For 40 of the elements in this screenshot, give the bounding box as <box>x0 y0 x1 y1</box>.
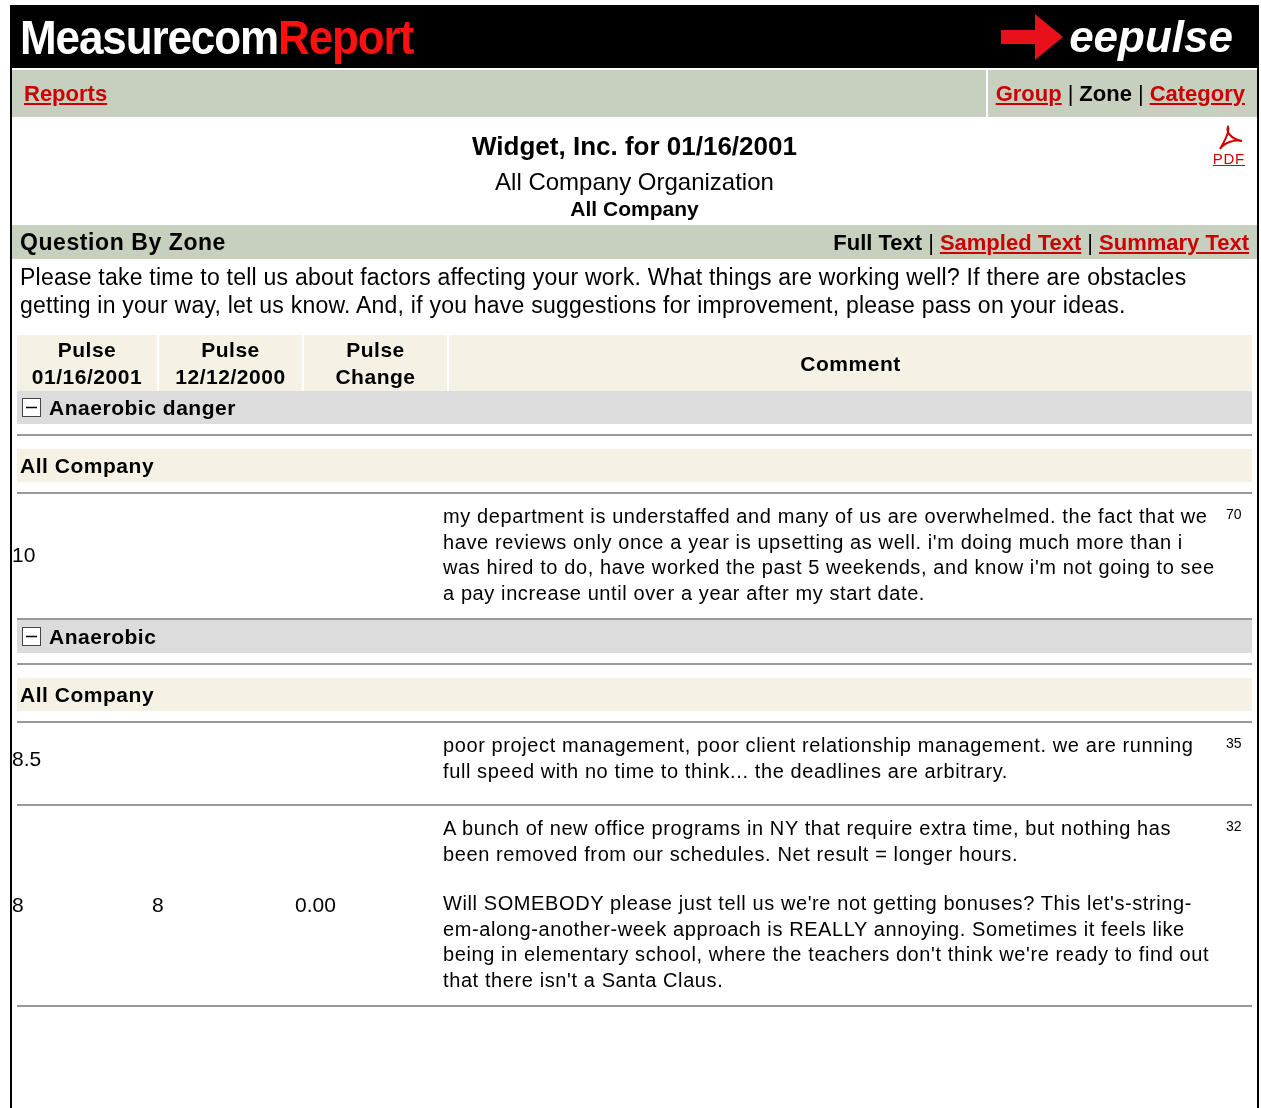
count-text: 35 <box>1226 734 1243 753</box>
subgroup-label: All Company <box>20 452 155 479</box>
pulse-cell-text: 10 <box>12 542 36 569</box>
collapse-icon[interactable] <box>22 627 41 646</box>
separator-text: | <box>1066 80 1075 108</box>
separator-text: | <box>1086 228 1094 257</box>
comment-text: Will SOMEBODY please just tell us we're not getting bonuses? This let's-string-em-along-another-week approach is REALLY annoying. Sometimes it feels like being in elementary school, where the teachers don't think we're ready to find out that there isn't a Santa Claus. <box>443 891 1211 993</box>
column-header: Pulse 12/12/2000 <box>159 335 302 391</box>
count-text: 32 <box>1226 817 1243 836</box>
nav-link[interactable]: Category <box>1149 77 1245 110</box>
pulse-cell-text: 8 <box>152 891 164 918</box>
current-view-label: Full Text <box>833 228 923 257</box>
pdf-link[interactable]: PDF <box>1212 125 1245 166</box>
subgroup-label: All Company <box>20 681 155 708</box>
column-header: Pulse Change <box>304 335 447 391</box>
group-label: Anaerobic danger <box>49 394 236 421</box>
comment-text: my department is understaffed and many of us are overwhelmed. the fact that we have reviews only once a year is upsetting as well. i'm doing much more than i was hired to do, have worked the past 5 weekends, and know i'm not going to see a pay increase until over a year after my start date. <box>443 504 1216 606</box>
column-header: Comment <box>449 335 1252 391</box>
report-subtitle: All Company Organization <box>495 167 774 197</box>
nav-link[interactable]: Group <box>995 77 1062 110</box>
question-title: Question By Zone <box>20 227 226 257</box>
report-scope: All Company <box>570 197 699 221</box>
question-prompt: Please take time to tell us about factors affecting your work. What things are working well? If there are obstacles getting in your way, let us know. And, if you have suggestions for improvement, please pass on your ideas. <box>19 263 1188 320</box>
change-cell-text: 0.00 <box>295 891 336 918</box>
separator-text: | <box>927 228 935 257</box>
report-title: Widget, Inc. for 01/16/2001 <box>472 130 797 163</box>
nav-link[interactable]: Reports <box>24 77 108 110</box>
nav-link[interactable]: Sampled Text <box>939 225 1082 259</box>
pulse-cell-text: 8 <box>12 891 24 918</box>
separator-text: | <box>1136 80 1145 108</box>
current-view-label: Zone <box>1079 80 1132 108</box>
pulse-cell-text: 8.5 <box>12 745 42 772</box>
column-header: Pulse 01/16/2001 <box>17 335 157 391</box>
nav-link[interactable]: Summary Text <box>1099 225 1249 259</box>
comment-text: A bunch of new office programs in NY that require extra time, but nothing has been removed from our schedules. Net result = longer hours. <box>443 816 1173 867</box>
collapse-icon[interactable] <box>22 398 41 417</box>
comment-text: poor project management, poor client relationship management. we are running full speed with no time to think... the deadlines are arbitrary. <box>443 733 1195 784</box>
group-label: Anaerobic <box>49 623 157 650</box>
count-text: 70 <box>1226 505 1243 524</box>
brand-text: eepulse <box>1069 14 1233 59</box>
